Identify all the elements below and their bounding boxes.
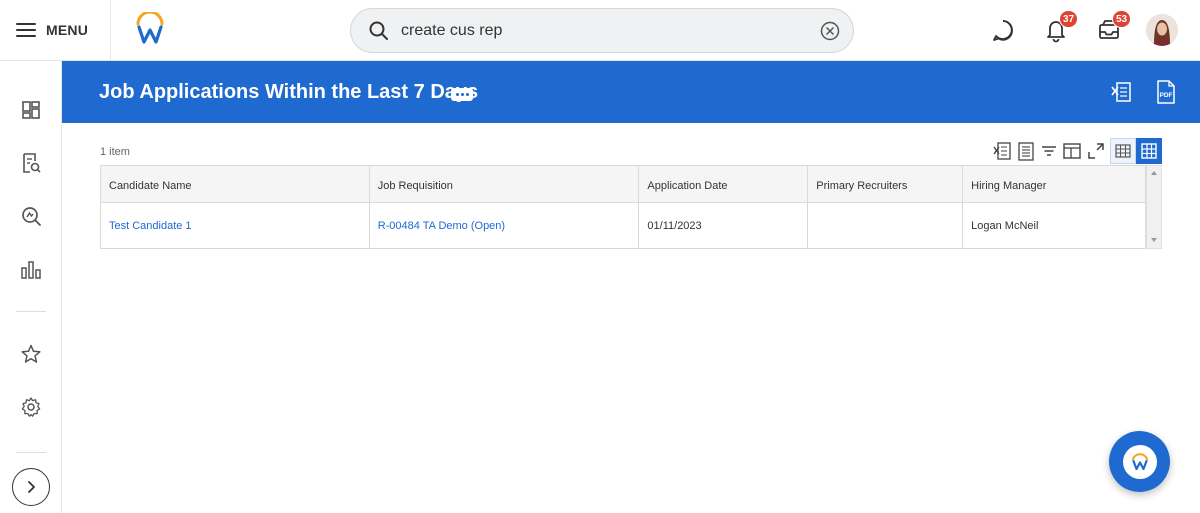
search-input[interactable] — [401, 18, 801, 44]
gear-icon[interactable] — [20, 396, 42, 418]
column-header-primary-recruiters[interactable]: Primary Recruiters — [807, 165, 964, 203]
chevron-right-icon — [28, 481, 35, 493]
column-header-application-date[interactable]: Application Date — [638, 165, 809, 203]
export-pdf-icon[interactable]: PDF — [1154, 79, 1178, 105]
notifications-badge: 37 — [1059, 10, 1079, 28]
expand-nav-button[interactable] — [12, 468, 50, 506]
divider — [110, 0, 111, 61]
related-actions-button[interactable] — [451, 88, 473, 101]
column-header-hiring-manager[interactable]: Hiring Manager — [962, 165, 1146, 203]
menu-button[interactable]: MENU — [16, 16, 88, 44]
chat-icon[interactable] — [990, 17, 1016, 43]
column-header-candidate-name[interactable]: Candidate Name — [100, 165, 370, 203]
assistant-button[interactable] — [1109, 431, 1170, 492]
nav-separator — [16, 311, 46, 312]
page-header: Job Applications Within the Last 7 Days … — [62, 61, 1200, 123]
report-search-icon[interactable] — [20, 152, 42, 174]
table-header-row: Candidate Name Job Requisition Applicati… — [100, 165, 1146, 203]
cell-hiring-manager: Logan McNeil — [962, 202, 1146, 249]
results-table: Candidate Name Job Requisition Applicati… — [100, 165, 1146, 249]
user-avatar[interactable] — [1146, 14, 1178, 46]
nav-separator — [16, 452, 46, 453]
cell-primary-recruiters — [807, 202, 964, 249]
cell-job-requisition: R-00484 TA Demo (Open) — [368, 202, 640, 249]
dashboard-icon[interactable] — [20, 99, 42, 121]
grid-view-button[interactable] — [1136, 138, 1162, 164]
hamburger-icon — [16, 23, 36, 37]
filter-icon[interactable] — [1039, 141, 1059, 161]
grid-view-icon — [1141, 143, 1157, 159]
job-requisition-link[interactable]: R-00484 TA Demo (Open) — [378, 220, 505, 232]
fullscreen-icon[interactable] — [1086, 141, 1106, 161]
table-scrollbar[interactable] — [1146, 165, 1162, 249]
cell-candidate-name: Test Candidate 1 — [100, 202, 370, 249]
page-title: Job Applications Within the Last 7 Days — [99, 81, 479, 103]
table-view-icon — [1115, 144, 1131, 158]
inbox-badge: 53 — [1112, 10, 1132, 28]
table-row: Test Candidate 1 R-00484 TA Demo (Open) … — [100, 202, 1146, 249]
assistant-logo-icon — [1122, 444, 1157, 479]
search-icon[interactable] — [368, 20, 390, 42]
column-header-job-requisition[interactable]: Job Requisition — [368, 165, 640, 203]
table-view-button[interactable] — [1110, 138, 1136, 164]
menu-label: MENU — [46, 22, 89, 38]
columns-icon[interactable] — [1062, 141, 1082, 161]
bar-chart-icon[interactable] — [20, 258, 42, 280]
scroll-up-arrow-icon[interactable] — [1151, 171, 1157, 175]
export-excel-icon[interactable] — [1109, 80, 1133, 104]
left-nav — [0, 61, 62, 513]
svg-text:PDF: PDF — [1160, 92, 1173, 99]
search-analytics-icon[interactable] — [20, 205, 42, 227]
search-bar — [350, 8, 854, 53]
export-excel-icon[interactable] — [992, 141, 1012, 161]
top-bar: MENU 37 53 — [0, 0, 1200, 61]
cell-application-date: 01/11/2023 — [638, 202, 809, 249]
print-icon[interactable] — [1016, 141, 1036, 161]
clear-search-icon[interactable] — [819, 20, 841, 42]
star-icon[interactable] — [20, 343, 42, 365]
workday-logo[interactable] — [133, 12, 167, 46]
scroll-down-arrow-icon[interactable] — [1151, 238, 1157, 242]
item-count: 1 item — [100, 146, 130, 158]
candidate-link[interactable]: Test Candidate 1 — [109, 220, 192, 232]
